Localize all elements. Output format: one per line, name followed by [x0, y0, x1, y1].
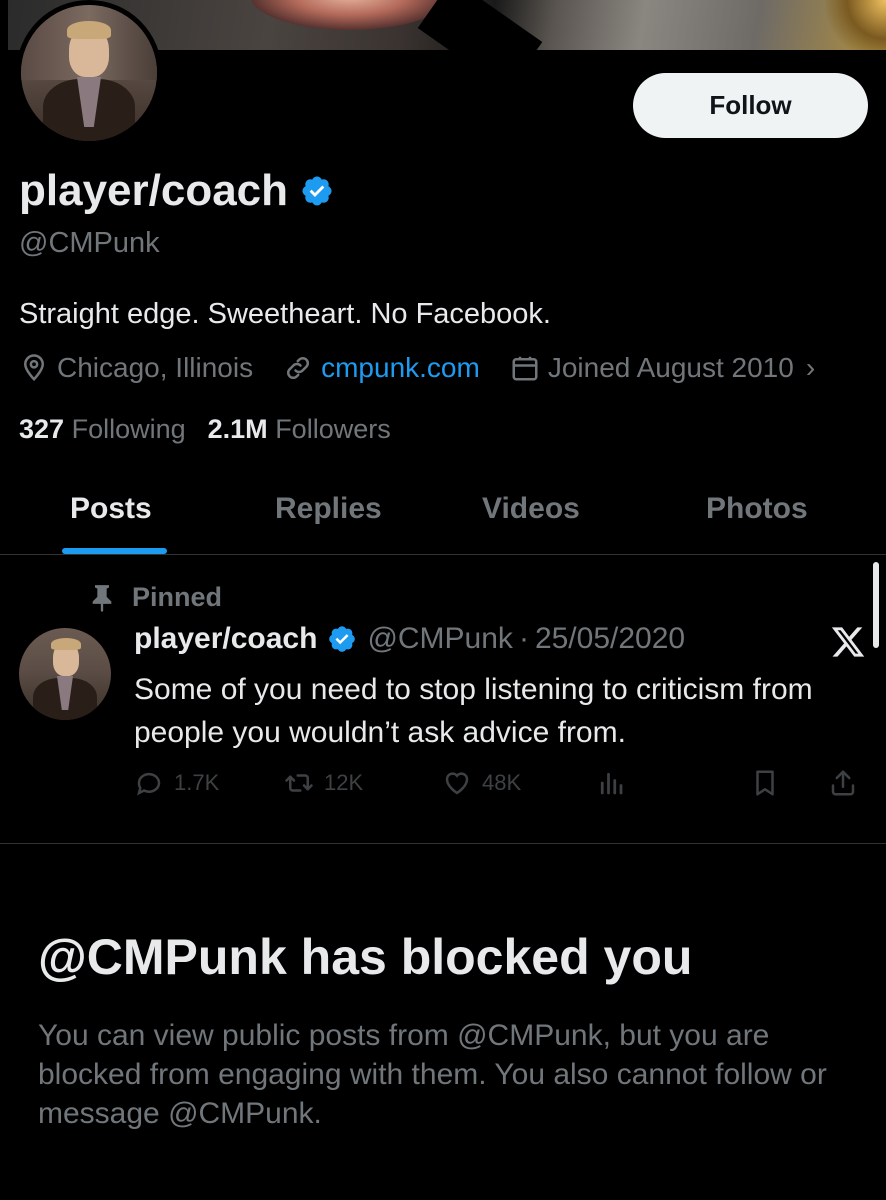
views-button[interactable] — [596, 768, 626, 798]
location-text: Chicago, Illinois — [57, 352, 254, 383]
pin-icon — [92, 584, 112, 612]
post-header: player/coach @CMPunk · 25/05/2020 — [134, 622, 685, 656]
post-author-name[interactable]: player/coach — [134, 622, 317, 656]
x-logo-icon[interactable] — [830, 624, 866, 660]
share-button[interactable] — [828, 768, 858, 798]
like-count: 48K — [482, 770, 522, 795]
profile-display-name: player/coach — [19, 166, 334, 216]
verified-badge-icon — [302, 176, 332, 206]
post-author-handle[interactable]: @CMPunk — [367, 622, 513, 656]
post-avatar[interactable] — [19, 628, 111, 720]
display-name-text: player/coach — [19, 166, 289, 215]
bookmark-button[interactable] — [750, 768, 780, 798]
profile-joined[interactable]: Joined August 2010 — [510, 352, 794, 384]
scrollbar[interactable] — [873, 562, 879, 648]
bookmark-icon — [756, 770, 774, 796]
pinned-indicator: Pinned — [90, 582, 222, 613]
profile-tabs: Posts Replies Videos Photos — [0, 480, 886, 555]
profile-stats: 327 Following 2.1M Followers — [19, 414, 391, 445]
views-icon — [600, 772, 623, 795]
post-text: Some of you need to stop listening to cr… — [134, 673, 813, 749]
share-icon — [831, 770, 855, 796]
pinned-label: Pinned — [132, 582, 223, 612]
location-pin-icon — [23, 354, 45, 382]
active-tab-indicator — [62, 548, 167, 554]
following-label: Following — [71, 414, 186, 444]
like-button[interactable]: 48K — [442, 768, 521, 798]
reply-icon — [137, 772, 161, 796]
website-link[interactable]: cmpunk.com — [321, 352, 480, 384]
followers-label: Followers — [275, 414, 391, 444]
profile-bio: Straight edge. Sweetheart. No Facebook. — [19, 298, 551, 330]
profile-handle: @CMPunk — [19, 227, 160, 259]
reply-button[interactable]: 1.7K — [134, 768, 219, 798]
follow-button[interactable]: Follow — [633, 73, 868, 138]
tab-photos[interactable]: Photos — [706, 492, 808, 526]
blocked-title: @CMPunk has blocked you — [38, 929, 693, 985]
reply-count: 1.7K — [174, 770, 220, 795]
profile-meta: Chicago, Illinois cmpunk.com Joined Augu… — [19, 352, 815, 384]
repost-count: 12K — [324, 770, 364, 795]
like-icon — [445, 772, 469, 795]
verified-badge-icon — [329, 626, 356, 652]
section-divider — [0, 843, 886, 844]
followers-count: 2.1M — [207, 414, 268, 444]
link-icon — [287, 356, 310, 380]
repost-icon — [285, 774, 313, 792]
calendar-icon — [512, 356, 538, 381]
following-count: 327 — [19, 414, 65, 444]
tab-posts[interactable]: Posts — [70, 492, 152, 526]
profile-location: Chicago, Illinois — [19, 352, 253, 384]
followers-link[interactable]: 2.1M Followers — [208, 414, 391, 445]
profile-avatar[interactable] — [16, 0, 162, 146]
joined-text: Joined August 2010 — [547, 352, 794, 383]
following-link[interactable]: 327 Following — [19, 414, 186, 445]
post-date[interactable]: 25/05/2020 — [535, 622, 685, 656]
post-actions: 1.7K 12K 48K — [134, 768, 864, 808]
tab-videos[interactable]: Videos — [482, 492, 580, 526]
blocked-message: You can view public posts from @CMPunk, … — [38, 1019, 827, 1130]
repost-button[interactable]: 12K — [284, 768, 363, 798]
post-separator: · — [518, 622, 529, 655]
chevron-right-icon[interactable]: › — [806, 352, 815, 384]
tab-replies[interactable]: Replies — [275, 492, 382, 526]
profile-website[interactable]: cmpunk.com — [283, 352, 480, 384]
